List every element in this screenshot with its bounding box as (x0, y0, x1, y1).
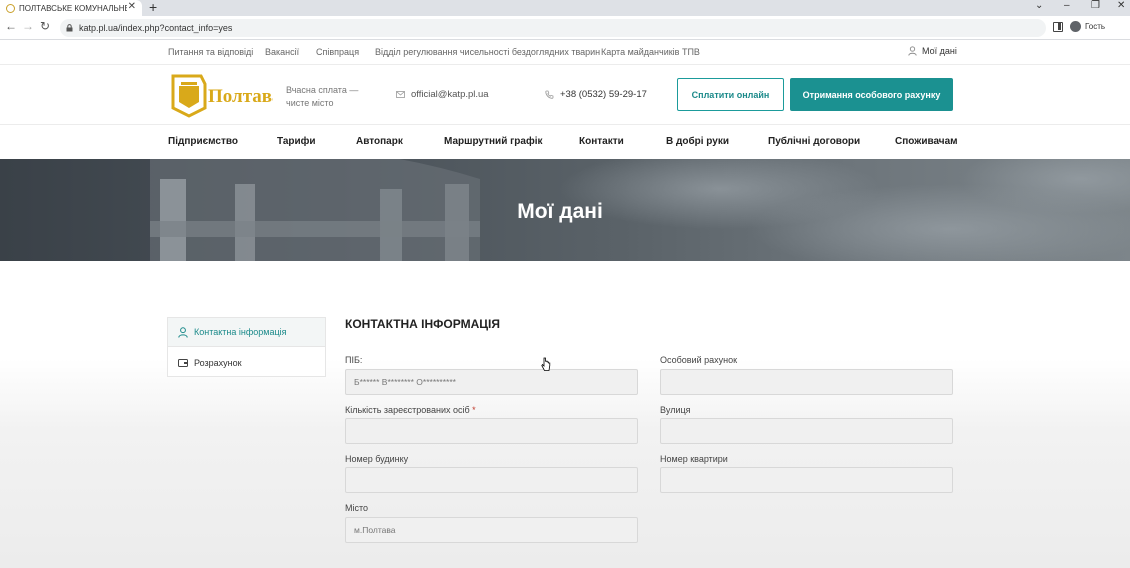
house-number-label: Номер будинку (345, 454, 409, 464)
people-count-label: Кількість зареєстрованих осіб * (345, 405, 476, 415)
toplink-cooperation[interactable]: Співпраця (316, 47, 359, 57)
profile-button[interactable]: Гость (1070, 21, 1105, 32)
browser-toolbar: ← → ↻ katp.pl.ua/index.php?contact_info=… (0, 16, 1130, 40)
svg-text:Полтава: Полтава (208, 86, 273, 107)
nav-item-company[interactable]: Підприємство (168, 136, 238, 147)
address-bar[interactable]: katp.pl.ua/index.php?contact_info=yes (60, 19, 1046, 37)
site-top-bar: Питання та відповіді Вакансії Співпраця … (0, 40, 1130, 65)
user-icon (178, 326, 188, 338)
reload-icon[interactable]: ↻ (40, 19, 50, 33)
wallet-icon (178, 359, 188, 367)
lock-icon (66, 24, 73, 32)
forward-icon[interactable]: → (22, 19, 34, 33)
nav-item-route-schedule[interactable]: Маршрутний графік (444, 136, 543, 147)
sidebar-item-label: Контактна інформація (194, 327, 287, 337)
page-title: Мої дані (517, 200, 603, 223)
apartment-number-label: Номер квартири (660, 454, 728, 464)
profile-label: Гость (1085, 22, 1106, 31)
pib-field[interactable]: Б****** В******** О********** (345, 369, 638, 395)
phone-link[interactable]: +38 (0532) 59-29-17 (545, 89, 647, 100)
nav-item-consumers[interactable]: Споживачам (895, 136, 958, 147)
sidebar-item-label: Розрахунок (194, 357, 242, 368)
house-number-field[interactable] (345, 467, 638, 493)
hero-banner: Мої дані (0, 159, 1130, 261)
main-nav: Підприємство Тарифи Автопарк Маршрутний … (0, 124, 1130, 160)
city-label: Місто (345, 503, 369, 513)
nav-item-good-hands[interactable]: В добрі руки (666, 136, 729, 147)
apartment-number-field[interactable] (660, 467, 953, 493)
account-field[interactable] (660, 369, 953, 395)
tab-search-icon[interactable]: ⌄ (1035, 0, 1043, 11)
people-count-label-text: Кількість зареєстрованих осіб (345, 405, 470, 415)
url-text: katp.pl.ua/index.php?contact_info=yes (79, 23, 233, 33)
restore-icon[interactable]: ❐ (1091, 0, 1100, 11)
nav-item-contacts[interactable]: Контакти (579, 136, 624, 147)
tab-title: ПОЛТАВСЬКЕ КОМУНАЛЬНЕ АТ (19, 3, 127, 13)
toplink-vacancies[interactable]: Вакансії (265, 47, 299, 57)
pib-label: ПІБ: (345, 355, 363, 365)
minimize-icon[interactable]: – (1064, 0, 1070, 11)
toplink-map[interactable]: Карта майданчиків ТПВ (601, 47, 700, 57)
my-data-link[interactable]: Мої дані (908, 46, 957, 56)
mouse-cursor-icon (541, 357, 551, 371)
sidebar-item-contact-info[interactable]: Контактна інформація (168, 318, 325, 347)
people-count-field[interactable] (345, 418, 638, 444)
new-tab-icon[interactable]: + (149, 0, 157, 15)
get-account-button[interactable]: Отримання особового рахунку (790, 78, 953, 111)
toplink-faq[interactable]: Питання та відповіді (168, 47, 253, 57)
tagline: Вчасна сплата — чисте місто (286, 85, 359, 108)
browser-tab[interactable]: ПОЛТАВСЬКЕ КОМУНАЛЬНЕ АТ ✕ (0, 0, 142, 16)
email-link[interactable]: official@katp.pl.ua (396, 89, 489, 100)
city-field[interactable]: м.Полтава (345, 517, 638, 543)
street-label: Вулиця (660, 405, 691, 415)
phone-text: +38 (0532) 59-29-17 (560, 89, 647, 100)
phone-icon (545, 90, 554, 99)
account-side-menu: Контактна інформація Розрахунок (167, 317, 326, 377)
site-logo[interactable]: Полтава (167, 72, 273, 118)
side-panel-icon[interactable] (1053, 22, 1063, 32)
nav-item-fleet[interactable]: Автопарк (356, 136, 403, 147)
sidebar-item-payment[interactable]: Розрахунок (168, 348, 325, 377)
tab-close-icon[interactable]: ✕ (128, 1, 136, 12)
back-icon[interactable]: ← (5, 19, 17, 33)
nav-item-public-contracts[interactable]: Публічні договори (768, 136, 860, 147)
close-window-icon[interactable]: ✕ (1117, 0, 1125, 11)
account-label: Особовий рахунок (660, 355, 738, 365)
pay-online-button[interactable]: Сплатити онлайн (677, 78, 784, 111)
street-field[interactable] (660, 418, 953, 444)
avatar (1070, 21, 1081, 32)
required-marker: * (472, 405, 476, 415)
browser-tab-bar: ПОЛТАВСЬКЕ КОМУНАЛЬНЕ АТ ✕ + ⌄ – ❐ ✕ (0, 0, 1130, 16)
section-title: КОНТАКТНА ІНФОРМАЦІЯ (345, 317, 500, 331)
email-text: official@katp.pl.ua (411, 89, 489, 100)
nav-item-tariffs[interactable]: Тарифи (277, 136, 316, 147)
envelope-icon (396, 91, 405, 98)
site-favicon-icon (6, 3, 15, 13)
user-icon (908, 46, 917, 56)
toplink-animals[interactable]: Відділ регулювання чисельності бездогляд… (375, 47, 600, 57)
my-data-label: Мої дані (922, 46, 957, 56)
